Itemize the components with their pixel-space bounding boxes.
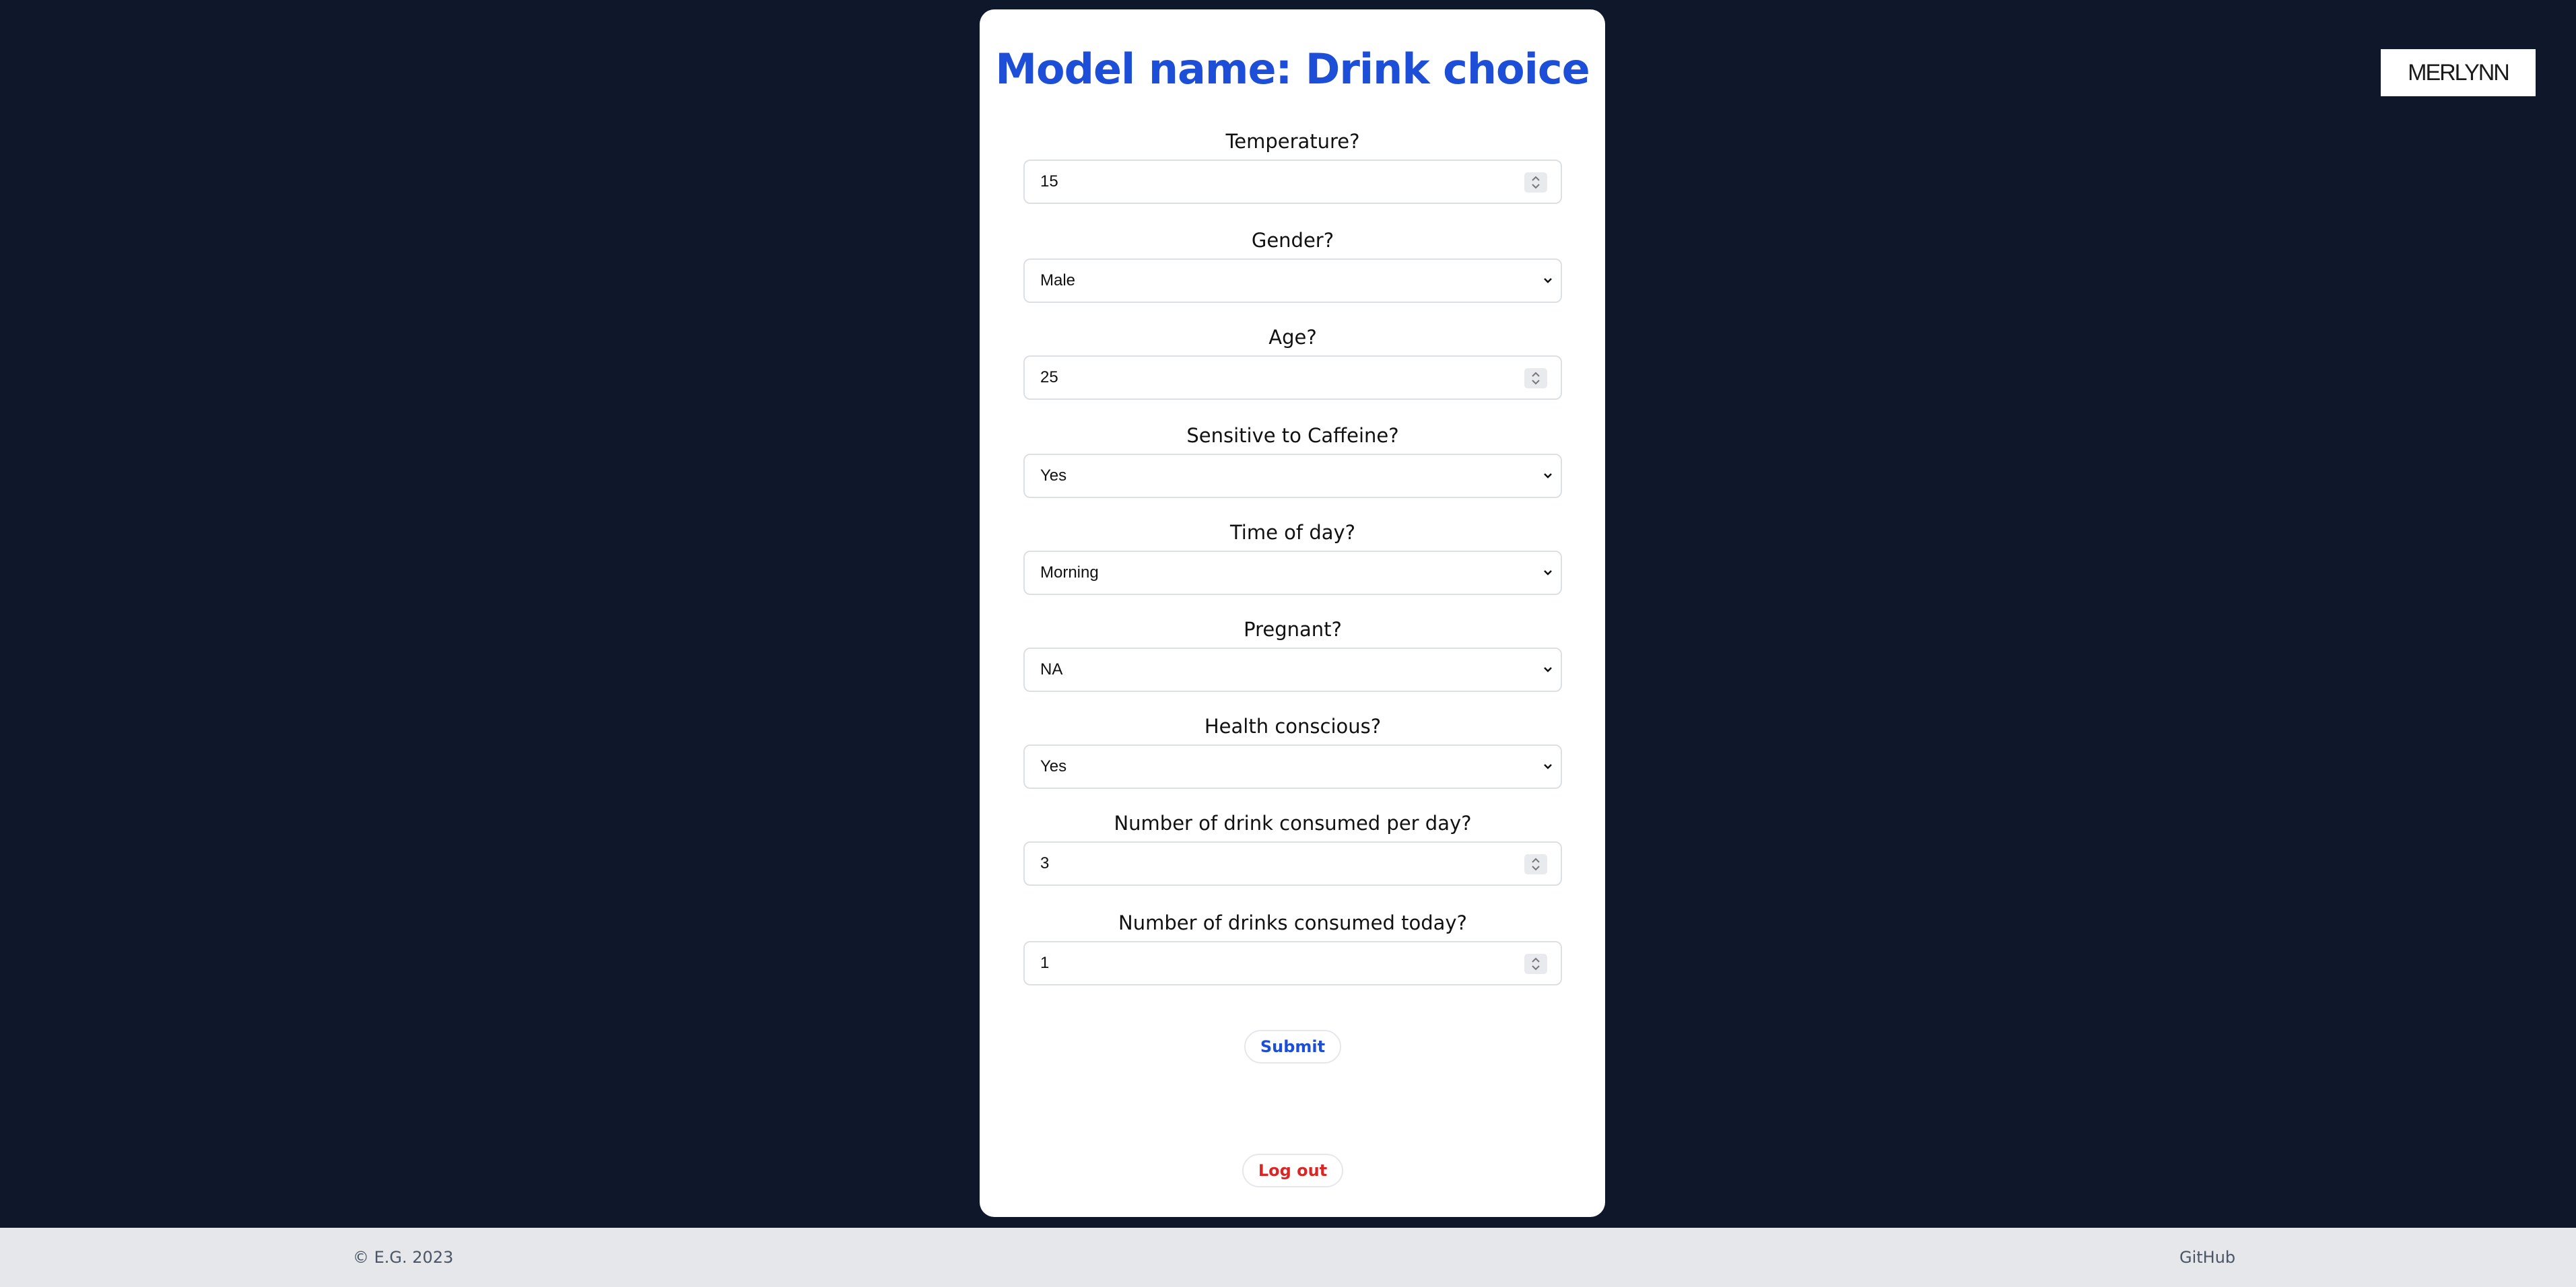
time-of-day-label: Time of day? — [1229, 521, 1356, 544]
pregnant-value: NA — [1040, 660, 1063, 679]
chevron-down-icon — [1544, 570, 1552, 576]
temperature-value: 15 — [1040, 172, 1058, 190]
footer: © E.G. 2023 GitHub — [0, 1228, 2576, 1287]
footer-copyright: © E.G. 2023 — [353, 1248, 454, 1267]
pregnant-label: Pregnant? — [1244, 618, 1342, 641]
caffeine-value: Yes — [1040, 466, 1067, 485]
github-link[interactable]: GitHub — [2179, 1228, 2235, 1287]
age-label: Age? — [1268, 326, 1317, 349]
number-spinner-icon[interactable] — [1524, 854, 1547, 874]
caffeine-label: Sensitive to Caffeine? — [1186, 424, 1399, 447]
drinks-today-label: Number of drinks consumed today? — [1118, 911, 1467, 934]
temperature-input[interactable]: 15 — [1023, 160, 1562, 204]
logout-button[interactable]: Log out — [1242, 1154, 1343, 1187]
chevron-down-icon — [1544, 473, 1552, 479]
health-conscious-select[interactable]: Yes — [1023, 744, 1562, 789]
temperature-label: Temperature? — [1225, 130, 1360, 153]
gender-select[interactable]: Male — [1023, 258, 1562, 303]
caffeine-select[interactable]: Yes — [1023, 454, 1562, 498]
model-form-card: Model name: Drink choice Temperature? 15… — [980, 9, 1605, 1217]
health-conscious-value: Yes — [1040, 757, 1067, 775]
chevron-down-icon — [1544, 278, 1552, 283]
chevron-down-icon — [1544, 764, 1552, 769]
number-spinner-icon[interactable] — [1524, 368, 1547, 388]
page-title: Model name: Drink choice — [995, 44, 1590, 94]
drinks-per-day-label: Number of drink consumed per day? — [1114, 812, 1472, 835]
submit-button[interactable]: Submit — [1244, 1030, 1341, 1064]
number-spinner-icon[interactable] — [1524, 172, 1547, 193]
number-spinner-icon[interactable] — [1524, 954, 1547, 974]
drinks-per-day-input[interactable]: 3 — [1023, 841, 1562, 886]
age-input[interactable]: 25 — [1023, 355, 1562, 400]
merlynn-logo: MERLYNN — [2381, 49, 2536, 96]
time-of-day-value: Morning — [1040, 563, 1099, 582]
gender-label: Gender? — [1251, 229, 1334, 252]
drinks-today-input[interactable]: 1 — [1023, 941, 1562, 985]
pregnant-select[interactable]: NA — [1023, 648, 1562, 692]
chevron-down-icon — [1544, 667, 1552, 672]
gender-value: Male — [1040, 271, 1076, 289]
time-of-day-select[interactable]: Morning — [1023, 551, 1562, 595]
age-value: 25 — [1040, 368, 1058, 386]
health-conscious-label: Health conscious? — [1204, 715, 1382, 738]
drinks-today-value: 1 — [1040, 954, 1050, 972]
drinks-per-day-value: 3 — [1040, 854, 1050, 872]
